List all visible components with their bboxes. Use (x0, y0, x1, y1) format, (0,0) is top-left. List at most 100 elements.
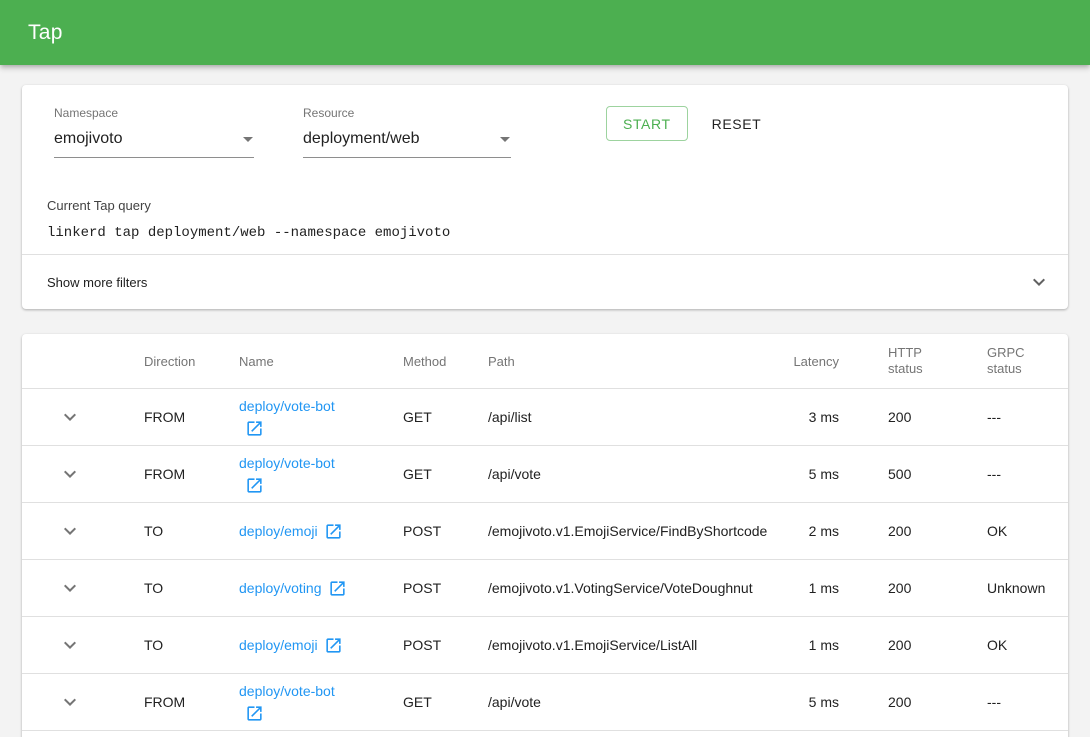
form-buttons: START RESET (606, 106, 761, 141)
direction-cell: TO (117, 637, 239, 653)
resource-link[interactable]: deploy/emoji (239, 637, 318, 653)
http-status-cell: 200 (839, 637, 987, 653)
current-query-label: Current Tap query (47, 198, 1068, 213)
current-query-section: Current Tap query linkerd tap deployment… (22, 198, 1068, 241)
open-in-new-icon[interactable] (324, 522, 343, 541)
dropdown-arrow-icon (493, 127, 517, 151)
method-cell: POST (403, 637, 488, 653)
table-row: FROM deploy/vote-bot GET /api/vote 5 ms … (22, 674, 1068, 731)
tap-query-form: Namespace emojivoto Resource deployment/… (22, 85, 1068, 158)
namespace-value: emojivoto (54, 129, 122, 148)
grpc-status-cell: OK (987, 523, 1068, 539)
path-cell: /api/vote (488, 466, 762, 482)
latency-cell: 5 ms (762, 466, 839, 482)
resource-link[interactable]: deploy/vote-bot (239, 683, 335, 699)
name-cell: deploy/emoji (239, 635, 403, 656)
reset-button[interactable]: RESET (712, 116, 762, 132)
current-query-command: linkerd tap deployment/web --namespace e… (47, 225, 1068, 241)
open-in-new-icon[interactable] (245, 476, 264, 495)
header-latency: Latency (762, 354, 839, 369)
chevron-down-icon[interactable] (1027, 270, 1051, 294)
path-cell: /api/vote (488, 694, 762, 710)
name-cell: deploy/voting (239, 578, 403, 599)
dropdown-arrow-icon (236, 127, 260, 151)
page-title: Tap (28, 21, 63, 45)
resource-select[interactable]: deployment/web (303, 129, 511, 158)
chevron-down-icon (58, 633, 82, 657)
method-cell: POST (403, 523, 488, 539)
name-cell: deploy/vote-bot (239, 396, 403, 438)
method-cell: POST (403, 580, 488, 596)
http-status-cell: 500 (839, 466, 987, 482)
header-name: Name (239, 354, 403, 369)
method-cell: GET (403, 466, 488, 482)
grpc-status-cell: --- (987, 466, 1068, 482)
latency-cell: 5 ms (762, 694, 839, 710)
open-in-new-icon[interactable] (245, 704, 264, 723)
table-row: TO deploy/emoji POST /emojivoto.v1.Emoji… (22, 503, 1068, 560)
table-row: TO deploy/voting POST /emojivoto.v1.Voti… (22, 560, 1068, 617)
http-status-cell: 200 (839, 580, 987, 596)
method-cell: GET (403, 409, 488, 425)
expand-row-button[interactable] (58, 462, 82, 486)
namespace-label: Namespace (54, 106, 254, 120)
header-http-status: HTTP status (839, 345, 987, 377)
tap-query-card: Namespace emojivoto Resource deployment/… (22, 85, 1068, 309)
http-status-cell: 200 (839, 523, 987, 539)
namespace-field: Namespace emojivoto (54, 106, 254, 158)
name-cell: deploy/vote-bot (239, 681, 403, 723)
expand-row-button[interactable] (58, 633, 82, 657)
header-direction: Direction (117, 354, 239, 369)
start-button[interactable]: START (606, 106, 688, 141)
expand-row-button[interactable] (58, 519, 82, 543)
direction-cell: FROM (117, 466, 239, 482)
http-status-cell: 200 (839, 694, 987, 710)
grpc-status-cell: OK (987, 637, 1068, 653)
latency-cell: 3 ms (762, 409, 839, 425)
path-cell: /emojivoto.v1.EmojiService/ListAll (488, 637, 762, 653)
path-cell: /emojivoto.v1.EmojiService/FindByShortco… (488, 523, 762, 539)
table-row: FROM deploy/vote-bot GET /api/vote 5 ms … (22, 446, 1068, 503)
resource-field: Resource deployment/web (303, 106, 511, 158)
header-path: Path (488, 354, 762, 369)
chevron-down-icon (58, 405, 82, 429)
latency-cell: 1 ms (762, 580, 839, 596)
open-in-new-icon[interactable] (245, 419, 264, 438)
path-cell: /api/list (488, 409, 762, 425)
open-in-new-icon[interactable] (324, 636, 343, 655)
direction-cell: FROM (117, 694, 239, 710)
expand-row-button[interactable] (58, 405, 82, 429)
open-in-new-icon[interactable] (328, 579, 347, 598)
header-method: Method (403, 354, 488, 369)
table-row: FROM deploy/vote-bot GET /api/list 3 ms … (22, 389, 1068, 446)
http-status-cell: 200 (839, 409, 987, 425)
grpc-status-cell: --- (987, 409, 1068, 425)
header-grpc-status: GRPC status (987, 345, 1068, 377)
expand-row-button[interactable] (58, 576, 82, 600)
resource-link[interactable]: deploy/emoji (239, 523, 318, 539)
direction-cell: TO (117, 523, 239, 539)
latency-cell: 2 ms (762, 523, 839, 539)
show-more-filters-label: Show more filters (47, 275, 147, 290)
tap-results-card: Direction Name Method Path Latency HTTP … (22, 334, 1068, 737)
resource-label: Resource (303, 106, 511, 120)
name-cell: deploy/vote-bot (239, 453, 403, 495)
table-header-row: Direction Name Method Path Latency HTTP … (22, 334, 1068, 389)
app-bar: Tap (0, 0, 1090, 65)
chevron-down-icon (58, 462, 82, 486)
method-cell: GET (403, 694, 488, 710)
name-cell: deploy/emoji (239, 521, 403, 542)
resource-link[interactable]: deploy/vote-bot (239, 398, 335, 414)
namespace-select[interactable]: emojivoto (54, 129, 254, 158)
grpc-status-cell: --- (987, 694, 1068, 710)
chevron-down-icon (58, 690, 82, 714)
resource-link[interactable]: deploy/vote-bot (239, 455, 335, 471)
chevron-down-icon (58, 576, 82, 600)
show-more-filters-toggle[interactable]: Show more filters (22, 255, 1068, 309)
expand-row-button[interactable] (58, 690, 82, 714)
table-row: TO deploy/emoji POST /emojivoto.v1.Emoji… (22, 617, 1068, 674)
chevron-down-icon (58, 519, 82, 543)
resource-link[interactable]: deploy/voting (239, 580, 322, 596)
latency-cell: 1 ms (762, 637, 839, 653)
resource-value: deployment/web (303, 129, 420, 148)
